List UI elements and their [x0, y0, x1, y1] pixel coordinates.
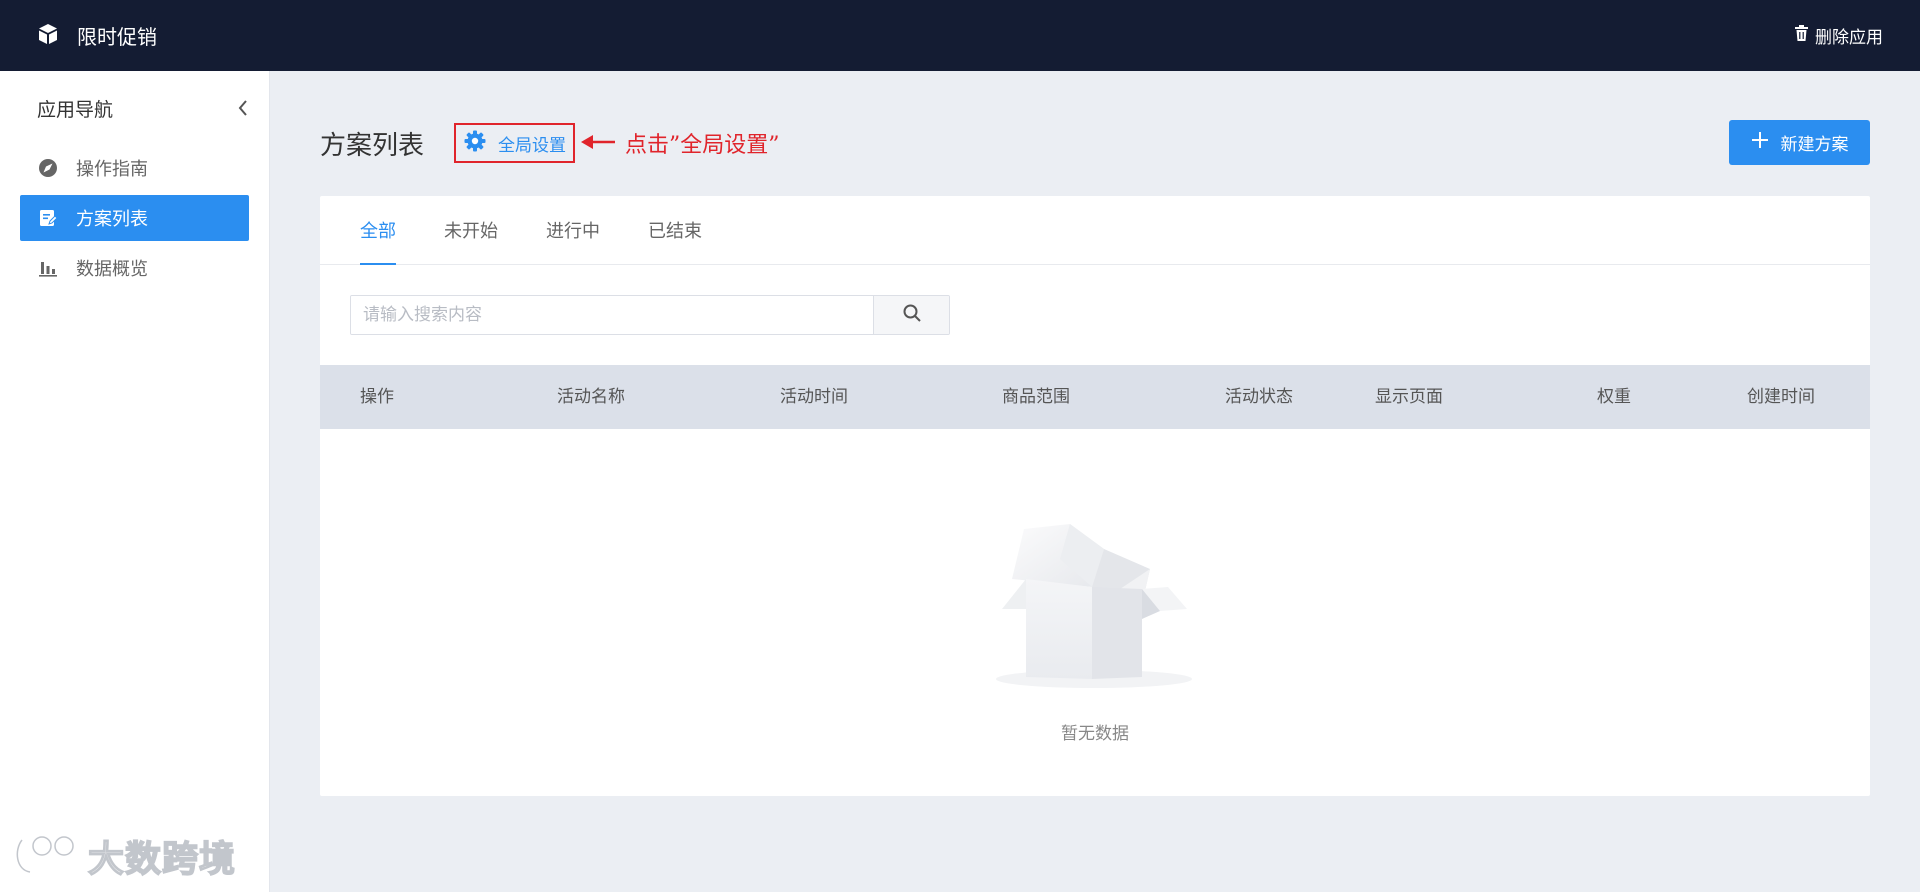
compass-icon: [38, 158, 58, 178]
tab-not-started[interactable]: 未开始: [444, 195, 498, 264]
column-header-time: 活动时间: [780, 387, 848, 407]
column-header-product-scope: 商品范围: [1002, 387, 1070, 407]
app-title: 限时促销: [77, 25, 157, 49]
search-button[interactable]: [873, 296, 949, 334]
page-title: 方案列表: [320, 130, 425, 161]
sidebar: 应用导航 操作指南 方案列表 数据概览: [0, 71, 270, 892]
cube-icon: [37, 23, 59, 49]
search-box: [350, 295, 950, 335]
global-settings-button[interactable]: 全局设置: [454, 123, 576, 163]
search-icon: [903, 304, 921, 326]
watermark: 大数跨境: [12, 830, 236, 882]
annotation-text: 点击”全局设置”: [625, 133, 780, 158]
empty-box-icon: [992, 479, 1202, 693]
annotation: 点击”全局设置”: [581, 127, 780, 159]
tab-ended[interactable]: 已结束: [648, 195, 702, 264]
tab-all[interactable]: 全部: [360, 195, 396, 265]
sidebar-item-guide[interactable]: 操作指南: [20, 145, 249, 191]
sidebar-item-label: 数据概览: [76, 259, 148, 280]
watermark-logo-icon: [12, 830, 82, 882]
plus-icon: [1751, 131, 1769, 154]
edit-list-icon: [38, 208, 58, 228]
search-input[interactable]: [351, 296, 873, 334]
tab-in-progress[interactable]: 进行中: [546, 195, 600, 264]
delete-app-label: 删除应用: [1815, 28, 1883, 48]
sidebar-item-label: 方案列表: [76, 209, 148, 230]
top-bar: 限时促销 删除应用: [0, 0, 1920, 71]
plan-list-card: 全部 未开始 进行中 已结束 操作 活动名称 活动时间 商品范围 活动状态 显示…: [320, 196, 1870, 796]
trash-icon: [1794, 25, 1809, 46]
new-plan-button[interactable]: 新建方案: [1729, 120, 1870, 165]
sidebar-header: 应用导航: [0, 71, 269, 145]
sidebar-nav: 操作指南 方案列表 数据概览: [0, 145, 269, 291]
page-header: 方案列表 全局设置 点击”全局设置” 新建方案: [320, 120, 1870, 166]
bar-chart-icon: [38, 258, 58, 278]
table-header: 操作 活动名称 活动时间 商品范围 活动状态 显示页面 权重 创建时间: [320, 365, 1870, 429]
brand: 限时促销: [37, 21, 157, 50]
empty-state: 暂无数据: [320, 429, 1870, 796]
sidebar-item-plan-list[interactable]: 方案列表: [20, 195, 249, 241]
arrow-left-icon: [581, 131, 616, 156]
sidebar-item-data-overview[interactable]: 数据概览: [20, 245, 249, 291]
delete-app-button[interactable]: 删除应用: [1794, 23, 1883, 48]
column-header-name: 活动名称: [557, 387, 625, 407]
watermark-text: 大数跨境: [87, 838, 237, 881]
global-settings-label: 全局设置: [498, 135, 567, 156]
chevron-left-icon[interactable]: [237, 99, 249, 117]
new-plan-label: 新建方案: [1780, 135, 1849, 154]
gear-icon: [464, 130, 486, 157]
empty-text: 暂无数据: [1061, 724, 1129, 744]
column-header-action: 操作: [360, 387, 394, 407]
sidebar-title: 应用导航: [37, 98, 114, 121]
column-header-display-page: 显示页面: [1375, 387, 1443, 407]
status-tabs: 全部 未开始 进行中 已结束: [320, 196, 1870, 265]
column-header-weight: 权重: [1597, 387, 1631, 407]
sidebar-item-label: 操作指南: [76, 159, 148, 180]
column-header-status: 活动状态: [1225, 387, 1293, 407]
column-header-created-time: 创建时间: [1747, 387, 1815, 407]
